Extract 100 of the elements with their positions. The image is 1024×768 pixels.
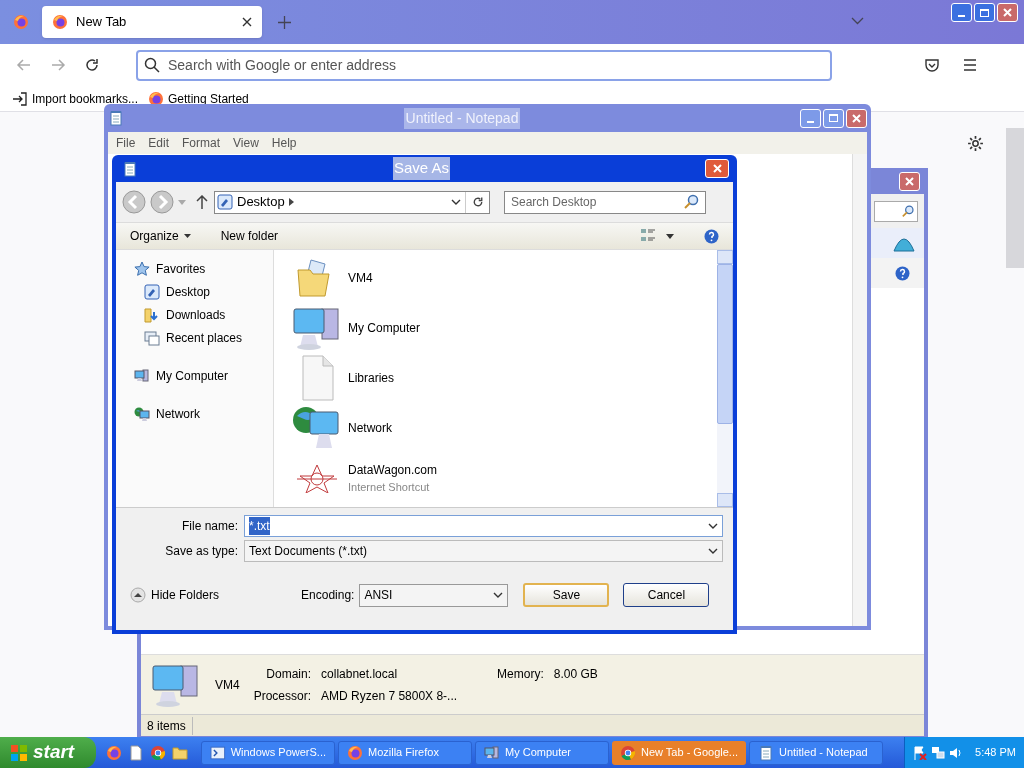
reload-icon[interactable] <box>84 57 100 73</box>
back-icon[interactable] <box>16 57 32 73</box>
nav-item[interactable]: Favorites <box>134 260 273 278</box>
file-name: DataWagon.com <box>348 461 437 479</box>
bookmark-item[interactable]: Import bookmarks... <box>12 89 139 108</box>
organize-button[interactable]: Organize <box>130 227 191 245</box>
firefox-icon <box>347 744 363 761</box>
dropdown-arrow-icon[interactable] <box>666 233 674 239</box>
file-name: My Computer <box>348 320 421 337</box>
nav-item[interactable]: Recent places <box>134 329 273 347</box>
forward-icon[interactable] <box>50 57 66 73</box>
close-icon <box>1003 8 1012 17</box>
detail-value: 8.00 GB <box>553 665 598 683</box>
file-name: Libraries <box>348 370 395 387</box>
chevron-down-icon[interactable] <box>451 198 461 206</box>
list-entry[interactable]: Network <box>292 406 717 450</box>
view-options-icon[interactable] <box>640 228 656 244</box>
list-entry[interactable]: VM4 <box>292 256 717 300</box>
detail-label: Processor: <box>253 687 312 705</box>
collapse-icon <box>130 587 146 603</box>
clock: 5:48 PM <box>975 745 1016 761</box>
taskbar-button[interactable]: Mozilla Firefox <box>338 740 472 765</box>
settings-icon[interactable] <box>967 135 984 152</box>
detail-value: AMD Ryzen 7 5800X 8-... <box>321 687 459 705</box>
maximize-button[interactable] <box>823 108 844 128</box>
back-icon[interactable] <box>122 190 146 214</box>
field-label: Save as type: <box>164 543 238 560</box>
file-type-dropdown[interactable]: Text Documents (*.txt) <box>244 540 723 562</box>
search-box[interactable]: Search Desktop <box>504 190 706 214</box>
close-button[interactable] <box>899 171 920 191</box>
speaker-icon[interactable] <box>949 745 964 760</box>
star-icon <box>134 261 150 277</box>
location-bar[interactable]: Desktop <box>214 190 490 214</box>
hide-folders-button[interactable]: Hide Folders <box>130 586 220 604</box>
new-tab-icon[interactable] <box>278 15 291 29</box>
item-count: 8 items <box>147 716 193 735</box>
window-title: Untitled - Notepad <box>403 107 521 129</box>
minimize-button[interactable] <box>951 3 972 22</box>
nav-item[interactable]: Network <box>134 405 273 423</box>
firefox-icon <box>52 14 68 30</box>
search-input[interactable]: Search Desktop <box>511 193 683 211</box>
forward-icon[interactable] <box>150 190 174 214</box>
menu-item[interactable]: Edit <box>148 134 170 152</box>
close-button[interactable] <box>846 108 867 128</box>
refresh-icon[interactable] <box>471 196 484 208</box>
flag-icon[interactable] <box>913 745 928 760</box>
nav-item[interactable]: Downloads <box>134 306 273 324</box>
folder-icon <box>172 744 188 761</box>
browser-tab[interactable]: New Tab <box>42 6 262 38</box>
nav-item[interactable]: My Computer <box>134 367 273 385</box>
close-button[interactable] <box>705 159 729 178</box>
notepad-icon <box>122 160 138 177</box>
recent-places-icon <box>144 330 160 346</box>
search-icon <box>683 194 699 210</box>
menu-item[interactable]: Format <box>182 134 221 152</box>
detail-label: Memory: <box>497 665 544 683</box>
search-icon <box>902 204 915 218</box>
cancel-button[interactable]: Cancel <box>623 583 710 607</box>
computer-name: VM4 <box>215 676 240 694</box>
desktop-icon <box>144 284 160 300</box>
menu-item[interactable]: View <box>233 134 259 152</box>
new-folder-button[interactable]: New folder <box>220 227 279 245</box>
maximize-button[interactable] <box>974 3 995 22</box>
network-icon <box>134 406 150 422</box>
network-icon[interactable] <box>931 745 946 760</box>
up-arrow-icon[interactable] <box>196 195 208 209</box>
menu-item[interactable]: Help <box>271 134 297 152</box>
address-bar[interactable]: Search with Google or enter address <box>136 49 832 81</box>
dropdown-arrow-icon <box>183 234 191 238</box>
close-icon[interactable] <box>242 17 252 27</box>
taskbar-button[interactable]: My Computer <box>475 740 609 765</box>
close-icon <box>712 164 722 173</box>
firefox-icon <box>13 14 29 30</box>
nav-item[interactable]: Desktop <box>134 283 273 301</box>
field-label: Encoding: <box>301 587 355 604</box>
list-entry[interactable]: My Computer <box>292 306 717 350</box>
minimize-button[interactable] <box>800 108 821 128</box>
help-icon[interactable] <box>704 228 719 244</box>
computer-icon <box>134 368 150 384</box>
list-entry[interactable]: DataWagon.com Internet Shortcut <box>292 456 717 500</box>
help-icon[interactable] <box>895 265 910 281</box>
file-type: Internet Shortcut <box>348 479 431 495</box>
terminal-icon <box>210 744 226 761</box>
menu-item[interactable]: File <box>116 134 136 152</box>
close-icon <box>905 176 914 186</box>
close-button[interactable] <box>997 3 1018 22</box>
taskbar-button[interactable]: Untitled - Notepad <box>749 740 883 765</box>
file-icon <box>128 744 144 761</box>
file-name-field[interactable]: *.txt <box>244 515 723 537</box>
search-field[interactable] <box>874 200 918 222</box>
firefox-icon <box>106 744 122 761</box>
breadcrumb-arrow-icon <box>288 198 294 206</box>
taskbar-button[interactable]: Windows PowerS... <box>201 740 335 765</box>
download-folder-icon <box>144 307 160 323</box>
pocket-icon[interactable] <box>924 57 940 73</box>
list-entry[interactable]: Libraries <box>292 356 717 400</box>
encoding-dropdown[interactable]: ANSI <box>359 583 509 607</box>
save-button[interactable]: Save <box>523 583 610 607</box>
chevron-down-icon[interactable] <box>708 522 718 530</box>
menu-icon[interactable] <box>962 58 978 72</box>
